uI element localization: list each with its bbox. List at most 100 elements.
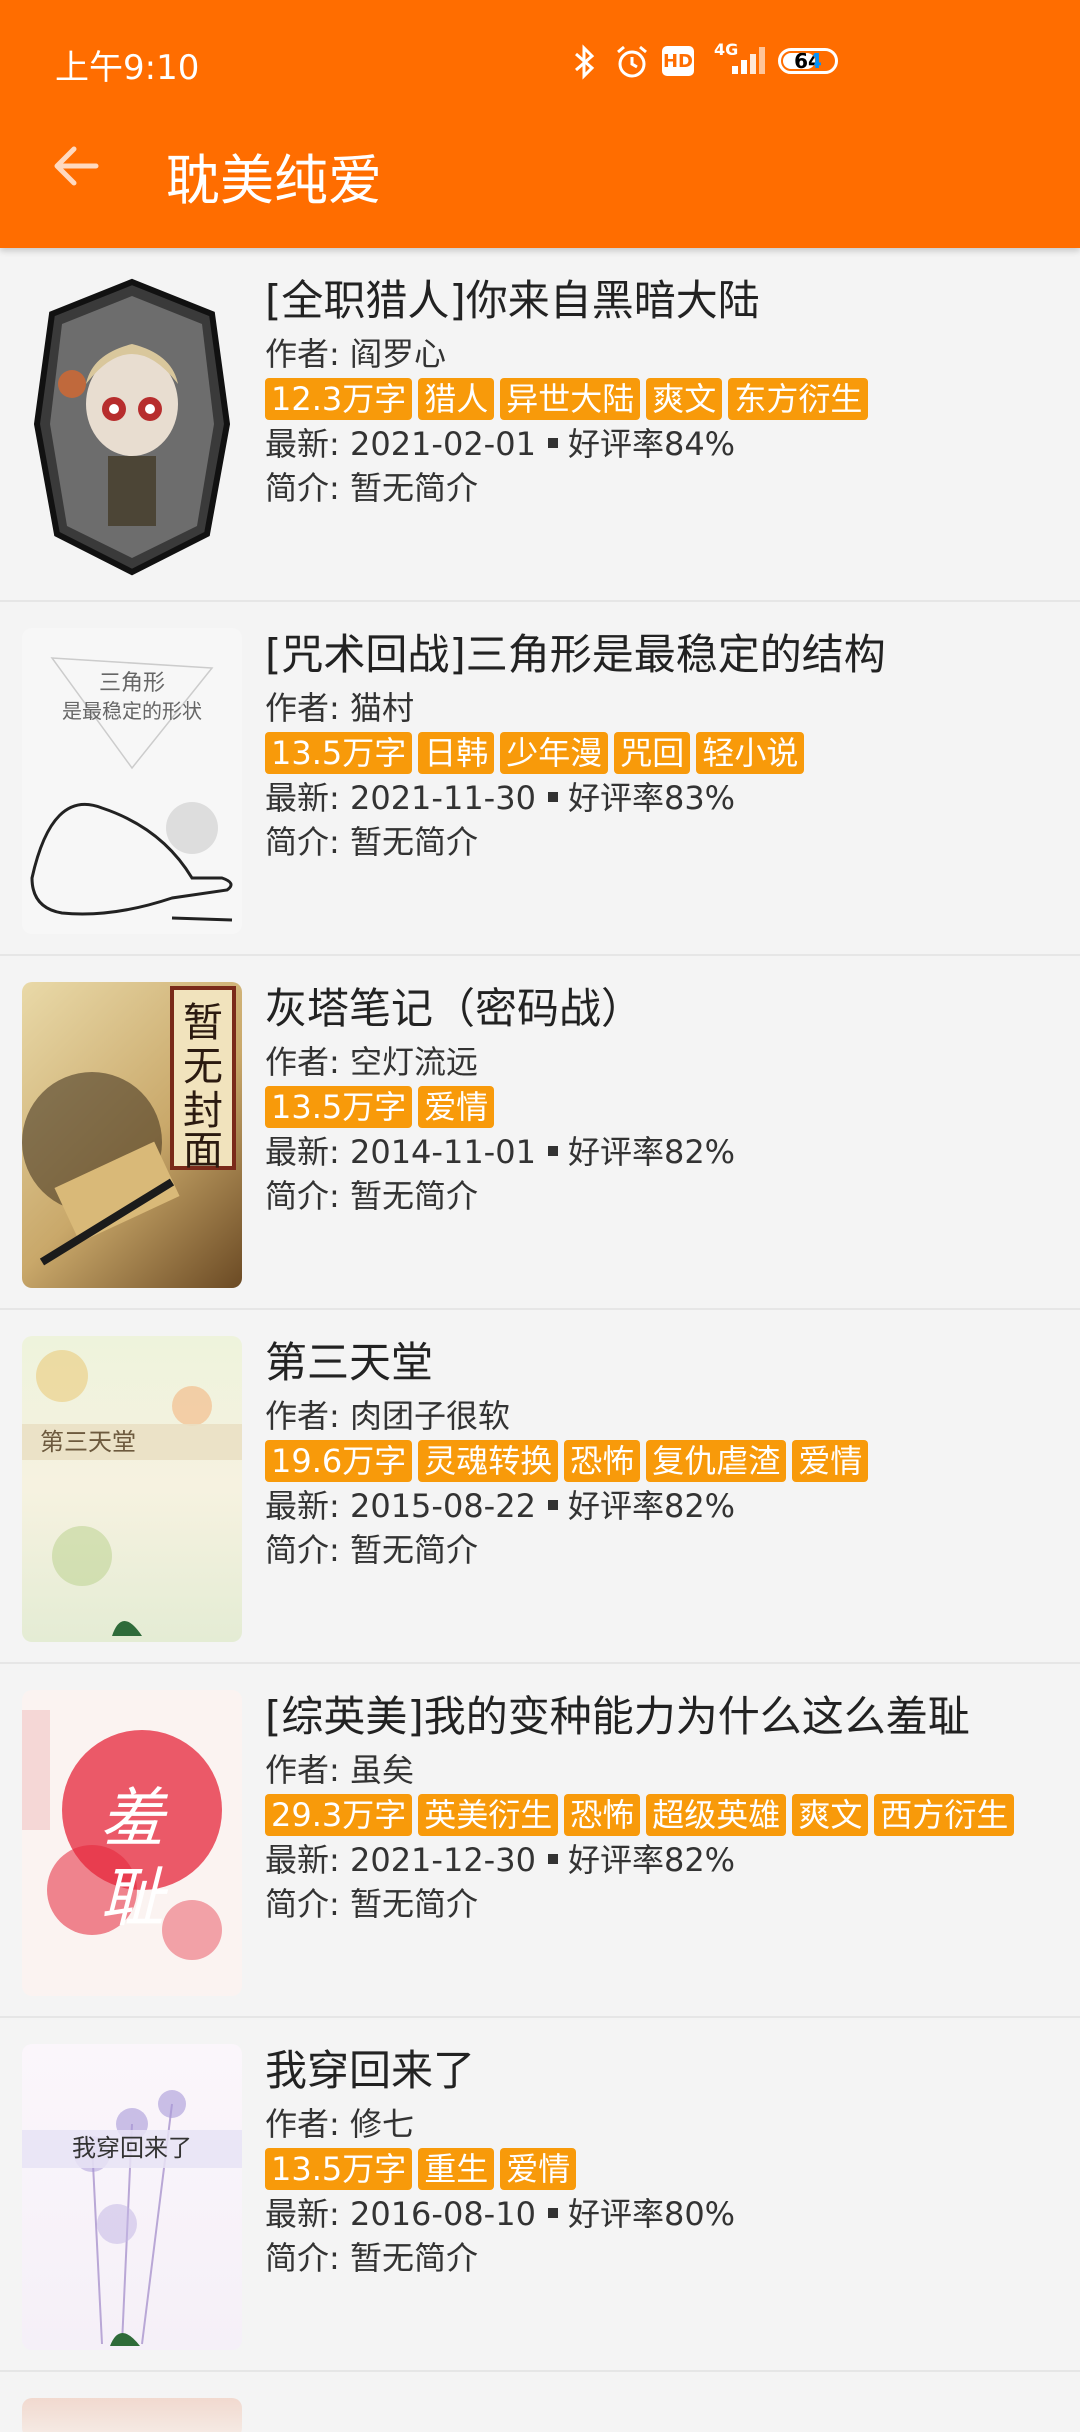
status-time: 上午9:10 [55,48,200,88]
book-author: 作者: 阎罗心 [265,332,1070,376]
author-name: 肉团子很软 [349,1397,510,1435]
app-header: 上午9:10 HD 4G 64 耽美纯爱 [0,0,1080,248]
latest-label: 最新: [265,1841,350,1879]
rating-value: 80% [663,2195,736,2233]
cover-title-text: 我穿回来了 [72,2134,192,2162]
rating-label: 好评率 [567,1841,664,1879]
author-label: 作者: [265,1043,350,1081]
latest-label: 最新: [265,779,350,817]
book-list-item[interactable]: 三角形 是最稳定的形状 [咒术回战]三角形是最稳定的结构 作者: 猫村 13.5… [0,602,1080,956]
cover-title-text: 是最稳定的形状 [62,699,202,723]
back-button[interactable] [40,130,112,202]
arrow-left-icon [54,146,99,186]
book-author: 作者: 空灯流远 [265,1040,1070,1084]
tag: 东方衍生 [728,378,869,420]
book-list-item[interactable]: 暂 无 封 面 灰塔笔记（密码战） 作者: 空灯流远 13.5万字 爱情 最新:… [0,956,1080,1310]
book-tags: 13.5万字 重生 爱情 [265,2146,1070,2192]
book-cover-image: 我穿回来了 [22,2044,242,2350]
battery-level: 64 [794,49,822,73]
book-cover-image [22,2398,242,2432]
book-title[interactable]: [全职猎人]你来自黑暗大陆 [265,274,1070,332]
intro-label: 简介: [265,1531,350,1569]
intro-label: 简介: [265,469,350,507]
tag: 爽文 [646,378,723,420]
tag: 恐怖 [564,1794,641,1836]
battery-icon: 64 [778,48,838,74]
intro-text: 暂无简介 [349,1885,478,1923]
rating-value: 84% [663,425,736,463]
book-list-item[interactable]: [全职猎人]你来自黑暗大陆 作者: 阎罗心 12.3万字 猎人 异世大陆 爽文 … [0,248,1080,602]
tag: 复仇虐渣 [646,1440,787,1482]
cover-title-text: 耻 [100,1862,169,1936]
book-list-item[interactable]: 第三天堂 第三天堂 作者: 肉团子很软 19.6万字 灵魂转换 恐怖 复仇虐渣 … [0,1310,1080,1664]
book-title[interactable]: 我穿回来了 [265,2044,1070,2102]
author-label: 作者: [265,2105,350,2143]
book-tags: 12.3万字 猎人 异世大陆 爽文 东方衍生 [265,376,1070,422]
tag: 重生 [418,2148,495,2190]
rating-label: 好评率 [567,2195,664,2233]
tag: 咒回 [614,732,691,774]
book-latest: 最新: 2021-11-30 好评率83% [265,776,1070,820]
intro-text: 暂无简介 [349,1177,478,1215]
latest-date: 2015-08-22 [349,1487,536,1525]
book-cover-image: 第三天堂 [22,1336,242,1642]
tag: 爱情 [418,1086,495,1128]
separator-dot [547,2208,558,2218]
author-label: 作者: [265,335,350,373]
book-title[interactable]: 第三天堂 [265,1336,1070,1394]
book-list: [全职猎人]你来自黑暗大陆 作者: 阎罗心 12.3万字 猎人 异世大陆 爽文 … [0,248,1080,2432]
rating-value: 82% [663,1487,736,1525]
book-title[interactable]: 灰塔笔记（密码战） [265,982,1070,1040]
book-tags: 29.3万字 英美衍生 恐怖 超级英雄 爽文 西方衍生 [265,1792,1070,1838]
intro-label: 简介: [265,2239,350,2277]
intro-text: 暂无简介 [349,469,478,507]
tag-word-count: 13.5万字 [265,2148,413,2190]
book-author: 作者: 修七 [265,2102,1070,2146]
tag: 少年漫 [500,732,609,774]
tag: 恐怖 [564,1440,641,1482]
rating-label: 好评率 [567,1487,664,1525]
rating-value: 82% [663,1133,736,1171]
signal-icon [718,44,770,80]
book-tags: 13.5万字 日韩 少年漫 咒回 轻小说 [265,730,1070,776]
book-cover-image [22,274,242,580]
intro-text: 暂无简介 [349,823,478,861]
author-label: 作者: [265,1751,350,1789]
book-list-item[interactable]: 羞 耻 [综英美]我的变种能力为什么这么羞耻 作者: 虽矣 29.3万字 英美衍… [0,1664,1080,2018]
latest-label: 最新: [265,2195,350,2233]
book-intro: 简介: 暂无简介 [265,820,1070,864]
tag: 爱情 [792,1440,869,1482]
latest-label: 最新: [265,1487,350,1525]
book-author: 作者: 猫村 [265,686,1070,730]
book-list-item-partial[interactable] [0,2372,1080,2432]
author-label: 作者: [265,689,350,727]
author-name: 修七 [349,2105,414,2143]
book-title[interactable]: [咒术回战]三角形是最稳定的结构 [265,628,1070,686]
book-tags: 19.6万字 灵魂转换 恐怖 复仇虐渣 爱情 [265,1438,1070,1484]
book-intro: 简介: 暂无简介 [265,1174,1070,1218]
rating-label: 好评率 [567,1133,664,1171]
author-name: 空灯流远 [349,1043,478,1081]
book-intro: 简介: 暂无简介 [265,2236,1070,2280]
book-cover-image: 暂 无 封 面 [22,982,242,1288]
book-cover-image: 羞 耻 [22,1690,242,1996]
latest-label: 最新: [265,1133,350,1171]
book-list-item[interactable]: 我穿回来了 我穿回来了 作者: 修七 13.5万字 重生 爱情 最新: 2016… [0,2018,1080,2372]
author-label: 作者: [265,1397,350,1435]
cover-title-text: 羞 [100,1782,169,1856]
rating-label: 好评率 [567,779,664,817]
separator-dot [547,1500,558,1510]
book-title[interactable]: [综英美]我的变种能力为什么这么羞耻 [265,1690,1070,1748]
tag: 爽文 [792,1794,869,1836]
intro-label: 简介: [265,823,350,861]
book-latest: 最新: 2021-02-01 好评率84% [265,422,1070,466]
tag-word-count: 12.3万字 [265,378,413,420]
separator-dot [547,1146,558,1156]
book-tags: 13.5万字 爱情 [265,1084,1070,1130]
tag-word-count: 19.6万字 [265,1440,413,1482]
cover-title-text: 面 [183,1128,223,1174]
author-name: 猫村 [349,689,414,727]
tag-word-count: 13.5万字 [265,1086,413,1128]
tag: 轻小说 [696,732,805,774]
book-author: 作者: 肉团子很软 [265,1394,1070,1438]
